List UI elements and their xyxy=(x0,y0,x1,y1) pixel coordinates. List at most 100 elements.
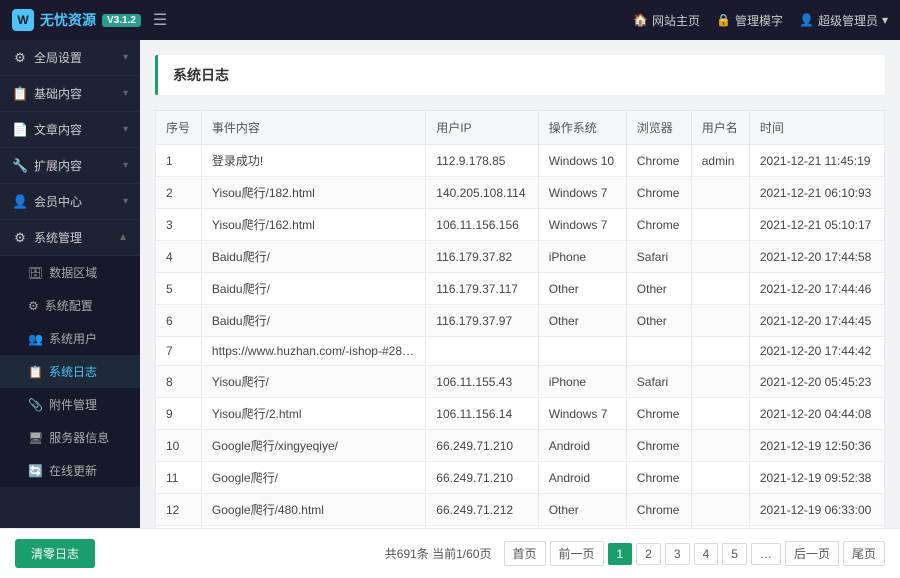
page-number-5[interactable]: 5 xyxy=(722,543,747,565)
table-cell: 2021-12-20 17:44:42 xyxy=(749,337,884,366)
page-prev-button[interactable]: 前一页 xyxy=(550,541,604,566)
document-icon: 📄 xyxy=(12,122,28,138)
table-cell: Google爬行/ xyxy=(201,462,425,494)
table-cell: 2021-12-20 17:44:45 xyxy=(749,305,884,337)
table-row: 12Google爬行/480.html66.249.71.212OtherChr… xyxy=(156,494,885,526)
update-icon: 🔄 xyxy=(28,464,43,478)
table-cell: 2021-12-20 17:44:58 xyxy=(749,241,884,273)
table-cell xyxy=(691,177,749,209)
table-row: 2Yisou爬行/182.html140.205.108.114Windows … xyxy=(156,177,885,209)
page-number-4[interactable]: 4 xyxy=(694,543,719,565)
sidebar-sub-label: 系统配置 xyxy=(45,297,93,314)
table-row: 3Yisou爬行/162.html106.11.156.156Windows 7… xyxy=(156,209,885,241)
sidebar-item-member-center[interactable]: 👤 会员中心 ▾ xyxy=(0,184,140,220)
table-cell: 8 xyxy=(156,366,202,398)
sidebar-item-system-user[interactable]: 👥 系统用户 xyxy=(0,322,140,355)
sidebar-item-base-content[interactable]: 📋 基础内容 ▾ xyxy=(0,76,140,112)
sidebar-item-extend-content[interactable]: 🔧 扩展内容 ▾ xyxy=(0,148,140,184)
sidebar-item-system-manage[interactable]: ⚙ 系统管理 ▲ xyxy=(0,220,140,256)
table-cell: Safari xyxy=(626,241,691,273)
table-cell: Android xyxy=(538,462,626,494)
nav-manager-link[interactable]: 🔒 管理模字 xyxy=(716,12,783,29)
table-row: 8Yisou爬行/106.11.155.43iPhoneSafari2021-1… xyxy=(156,366,885,398)
table-header-row: 序号 事件内容 用户IP 操作系统 浏览器 用户名 时间 xyxy=(156,111,885,145)
menu-toggle-icon[interactable]: ☰ xyxy=(153,10,167,30)
table-cell: 106.11.156.156 xyxy=(426,209,538,241)
table-cell: Yisou爬行/162.html xyxy=(201,209,425,241)
table-cell xyxy=(691,305,749,337)
version-badge: V3.1.2 xyxy=(102,14,141,27)
table-cell: Chrome xyxy=(626,462,691,494)
table-cell: 2021-12-20 05:45:23 xyxy=(749,366,884,398)
table-cell: 6 xyxy=(156,305,202,337)
sidebar-item-attachment-manage[interactable]: 📎 附件管理 xyxy=(0,388,140,421)
page-number-2[interactable]: 2 xyxy=(636,543,661,565)
table-cell: 7 xyxy=(156,337,202,366)
nav-user-link[interactable]: 👤 超级管理员 ▾ xyxy=(799,12,888,29)
table-cell: 116.179.37.117 xyxy=(426,273,538,305)
table-cell: 112.9.178.85 xyxy=(426,145,538,177)
col-header-user: 用户名 xyxy=(691,111,749,145)
sidebar-sub-label: 附件管理 xyxy=(49,396,97,413)
sidebar-item-server-info[interactable]: 🖥 服务器信息 xyxy=(0,421,140,454)
table-cell: 5 xyxy=(156,273,202,305)
table-cell xyxy=(691,273,749,305)
sidebar-item-all-settings[interactable]: ⚙ 全局设置 ▾ xyxy=(0,40,140,76)
table-cell: Chrome xyxy=(626,494,691,526)
sidebar-label: 会员中心 xyxy=(34,193,117,210)
table-cell: 106.11.156.14 xyxy=(426,398,538,430)
sidebar-item-system-config[interactable]: ⚙ 系统配置 xyxy=(0,289,140,322)
config-icon: ⚙ xyxy=(28,299,39,313)
nav-user-label: 超级管理员 xyxy=(818,12,878,29)
chevron-down-icon: ▾ xyxy=(123,52,128,63)
page-next-button[interactable]: 后一页 xyxy=(785,541,839,566)
table-cell: Yisou爬行/ xyxy=(201,366,425,398)
table-cell: iPhone xyxy=(538,241,626,273)
chevron-down-icon: ▾ xyxy=(123,88,128,99)
chevron-down-icon: ▾ xyxy=(123,196,128,207)
page-last-button[interactable]: 尾页 xyxy=(843,541,885,566)
table-cell: Chrome xyxy=(626,398,691,430)
home-icon: 🏠 xyxy=(633,13,648,27)
table-cell xyxy=(426,337,538,366)
table-row: 6Baidu爬行/116.179.37.97OtherOther2021-12-… xyxy=(156,305,885,337)
sidebar-item-article-content[interactable]: 📄 文章内容 ▾ xyxy=(0,112,140,148)
sidebar-item-data-area[interactable]: 🗄 数据区域 xyxy=(0,256,140,289)
sidebar-label: 全局设置 xyxy=(34,49,117,66)
sidebar-item-system-log[interactable]: 📋 系统日志 xyxy=(0,355,140,388)
logo: W 无忧资源 V3.1.2 xyxy=(12,9,141,31)
sidebar-label: 系统管理 xyxy=(34,229,112,246)
table-cell: 2 xyxy=(156,177,202,209)
col-header-browser: 浏览器 xyxy=(626,111,691,145)
clear-log-button[interactable]: 清零日志 xyxy=(15,539,95,568)
table-cell: Chrome xyxy=(626,209,691,241)
page-ellipsis: … xyxy=(751,543,781,565)
table-cell: 2021-12-20 04:44:08 xyxy=(749,398,884,430)
table-cell: admin xyxy=(691,145,749,177)
sidebar-item-online-update[interactable]: 🔄 在线更新 xyxy=(0,454,140,487)
table-cell xyxy=(691,366,749,398)
table-row: 5Baidu爬行/116.179.37.117OtherOther2021-12… xyxy=(156,273,885,305)
table-cell: Yisou爬行/182.html xyxy=(201,177,425,209)
nav-home-link[interactable]: 🏠 网站主页 xyxy=(633,12,700,29)
table-cell: 2021-12-21 05:10:17 xyxy=(749,209,884,241)
pagination-info: 共691条 当前1/60页 xyxy=(385,545,492,562)
table-cell: Baidu爬行/ xyxy=(201,305,425,337)
database-icon: 🗄 xyxy=(28,266,43,280)
log-icon: 📋 xyxy=(28,365,43,379)
table-cell: Chrome xyxy=(626,145,691,177)
table-cell xyxy=(691,209,749,241)
sidebar-sub-label: 在线更新 xyxy=(49,462,97,479)
pagination: 共691条 当前1/60页 首页 前一页 1 2 3 4 5 … 后一页 尾页 xyxy=(385,541,885,566)
table-cell: 12 xyxy=(156,494,202,526)
lock-icon: 🔒 xyxy=(716,13,731,27)
page-number-3[interactable]: 3 xyxy=(665,543,690,565)
page-first-button[interactable]: 首页 xyxy=(504,541,546,566)
chevron-up-icon: ▲ xyxy=(118,232,128,243)
attachment-icon: 📎 xyxy=(28,398,43,412)
server-icon: 🖥 xyxy=(28,431,43,445)
page-title: 系统日志 xyxy=(155,55,885,95)
page-number-1[interactable]: 1 xyxy=(608,543,633,565)
table-cell: 66.249.71.210 xyxy=(426,462,538,494)
table-cell: Google爬行/480.html xyxy=(201,494,425,526)
